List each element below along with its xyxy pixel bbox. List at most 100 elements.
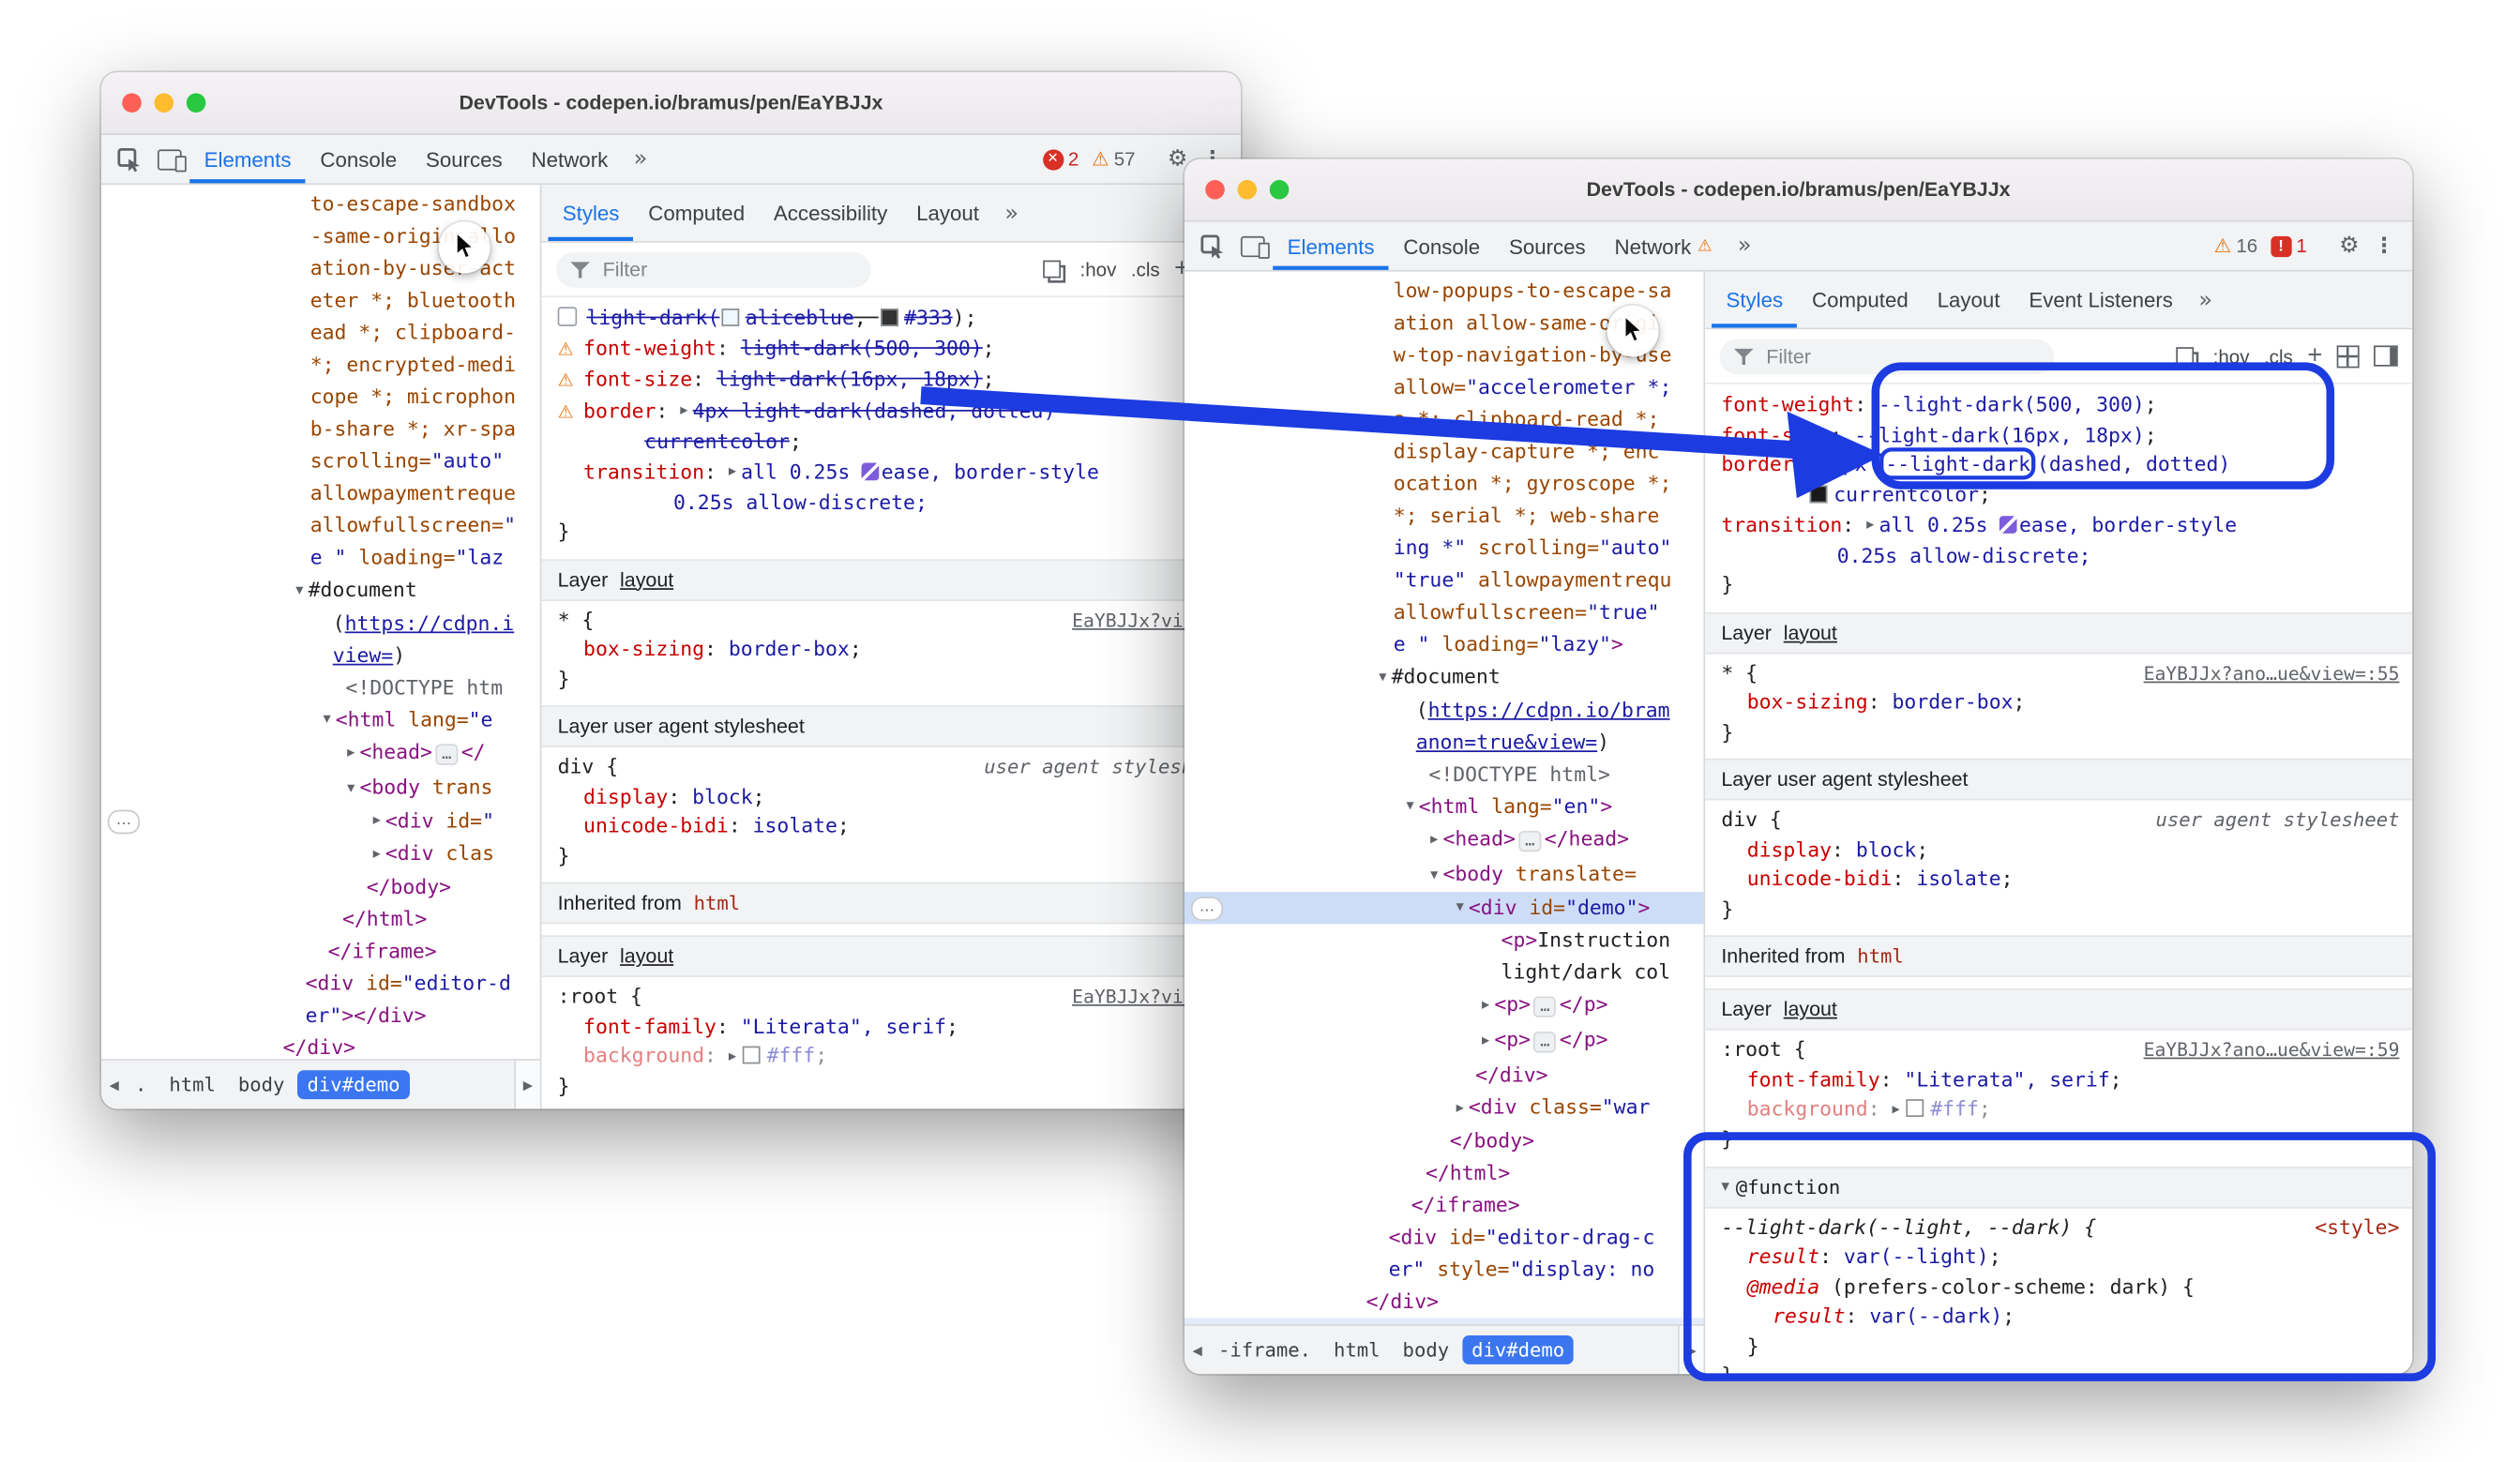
dom-tree-row[interactable]: view=)	[101, 639, 540, 671]
dom-tree-row[interactable]: *; serial *; web-share	[1185, 500, 1704, 532]
easing-bezier-icon[interactable]	[1999, 516, 2017, 534]
more-panels-button[interactable]: »	[623, 135, 659, 183]
color-swatch[interactable]	[721, 308, 739, 325]
style-declaration-row[interactable]: @media (prefers-color-scheme: dark) {	[1705, 1272, 2412, 1302]
dom-tree-row[interactable]: ▸<p>…</p>	[1185, 988, 1704, 1024]
tab-sources[interactable]: Sources	[1495, 221, 1601, 269]
style-declaration-row[interactable]: box-sizing: border-box;	[1705, 687, 2412, 717]
style-declaration-row[interactable]: ⚠border: ▸4px light-dark(dashed, dotted)	[542, 396, 1241, 427]
minimize-window-button[interactable]	[1238, 180, 1258, 200]
dom-tree-row[interactable]: eter *; bluetooth	[101, 284, 540, 316]
tab-network[interactable]: Network	[517, 135, 623, 183]
style-declaration-row[interactable]: font-family: "Literata", serif;	[542, 1012, 1241, 1042]
dom-tree-row[interactable]: display-capture *; enc	[1185, 435, 1704, 467]
dom-tree-row[interactable]: </div>	[1185, 1059, 1704, 1091]
link[interactable]: https://cdpn.i	[345, 610, 515, 634]
more-options-icon[interactable]: ⋮	[2367, 234, 2401, 258]
toggle-class-button[interactable]: .cls	[1131, 258, 1160, 280]
tab-console[interactable]: Console	[1389, 221, 1495, 269]
style-declaration-row[interactable]: }	[542, 1072, 1241, 1102]
dom-tree-row[interactable]: ation-by-user-act	[101, 252, 540, 284]
dom-tree-row[interactable]: ▸<div class="war	[1185, 1092, 1704, 1124]
breadcrumb-item--[interactable]: .	[126, 1070, 157, 1099]
tab-sources[interactable]: Sources	[412, 135, 518, 183]
rule-origin-link[interactable]: EaYBJJx?ano…ue&view=:55	[2144, 658, 2400, 688]
style-declaration-row[interactable]: 0.25s allow-discrete;	[542, 488, 1241, 518]
breadcrumb-item-body[interactable]: body	[229, 1070, 294, 1099]
dom-tree-row[interactable]: </div>	[1185, 1285, 1704, 1317]
style-declaration-row[interactable]: result: var(--dark);	[1705, 1302, 2412, 1332]
dom-tree-row[interactable]: ing *" scrolling="auto"	[1185, 532, 1704, 564]
style-declaration-row[interactable]: background: ▸#fff;	[542, 1041, 1241, 1072]
error-icon[interactable]: ✕	[1043, 149, 1064, 170]
dom-tree-row[interactable]: </iframe>	[1185, 1188, 1704, 1220]
warning-icon[interactable]: ⚠	[2214, 234, 2231, 257]
dom-tree-row[interactable]: b-share *; xr-spa	[101, 413, 540, 445]
dom-tree-row[interactable]: allowpaymentreque	[101, 477, 540, 509]
style-declaration-row[interactable]: transition: ▸all 0.25s ease, border-styl…	[1705, 510, 2412, 541]
dom-tree-row[interactable]: "true" allowpaymentrequ	[1185, 564, 1704, 595]
dom-tree-row[interactable]: ▾<body translate=	[1185, 858, 1704, 891]
zoom-window-button[interactable]	[1270, 180, 1290, 200]
dom-tree-row[interactable]: ▸<head>…</head>	[1185, 822, 1704, 858]
filter-input[interactable]	[1763, 343, 2040, 369]
easing-bezier-icon[interactable]	[862, 463, 880, 481]
dom-tree-row[interactable]: </iframe>	[101, 934, 540, 966]
style-declaration-row[interactable]: ⚠font-weight: light-dark(500, 300);	[542, 334, 1241, 365]
dom-tree-row[interactable]: w-top-navigation-by-use	[1185, 339, 1704, 371]
style-declaration-row[interactable]: background: ▸#fff;	[1705, 1094, 2412, 1125]
dom-tree-row[interactable]: </html>	[1185, 1156, 1704, 1188]
tab-elements[interactable]: Elements	[1273, 221, 1389, 269]
dom-tree-row[interactable]: ▾#document	[101, 574, 540, 607]
style-declaration-row[interactable]: font-size: --light-dark(16px, 18px);	[1705, 420, 2412, 450]
dom-tree-row[interactable]: …▾<div id="demo">	[1185, 891, 1704, 924]
close-window-button[interactable]	[1205, 180, 1225, 200]
dom-tree-row[interactable]: allow="accelerometer *;	[1185, 371, 1704, 403]
inherited-element-link[interactable]: html	[1857, 945, 1904, 968]
dom-tree-row[interactable]: (https://cdpn.i	[101, 607, 540, 639]
dom-tree-row[interactable]: ▸<div id="box-console" c	[1185, 1317, 1704, 1324]
style-declaration-row[interactable]: :root {EaYBJJx?ano…ue&view=:59	[1705, 1035, 2412, 1065]
stylesheet-link[interactable]: EaYBJJx?ano…ue&view=:59	[2144, 1038, 2400, 1061]
breadcrumb-prev-icon[interactable]: ◂	[104, 1074, 124, 1096]
dom-tree-row[interactable]: </div>	[101, 1031, 540, 1059]
layer-link[interactable]: layout	[1784, 998, 1837, 1020]
zoom-window-button[interactable]	[187, 93, 206, 113]
toggle-element-state-button[interactable]: :hov	[1080, 258, 1117, 280]
dom-tree-row[interactable]: ▸<p>…</p>	[1185, 1024, 1704, 1060]
dom-tree-row[interactable]: -same-origin allo	[101, 220, 540, 252]
dom-tree-row[interactable]: ation allow-same-origi	[1185, 307, 1704, 339]
dom-tree-row[interactable]: cope *; microphon	[101, 381, 540, 413]
tab-layout[interactable]: Layout	[1923, 272, 2014, 328]
style-declaration-row[interactable]: }	[1705, 1332, 2412, 1362]
titlebar-front[interactable]: DevTools - codepen.io/bramus/pen/EaYBJJx	[1185, 159, 2412, 222]
dom-tree-row[interactable]: ▾<html lang="e	[101, 703, 540, 736]
dom-tree-row[interactable]: light/dark col	[1185, 957, 1704, 988]
style-tag-link[interactable]: <style>	[2315, 1214, 2399, 1239]
style-declaration-row[interactable]: div {user agent stylesheet	[1705, 806, 2412, 836]
dom-tree-row[interactable]: a *; clipboard-read *;	[1185, 403, 1704, 435]
dom-tree-row[interactable]: ▾<html lang="en">	[1185, 790, 1704, 822]
style-declaration-row[interactable]: :root {EaYBJJx?view=…	[542, 982, 1241, 1012]
node-overflow-menu-button[interactable]: …	[1191, 896, 1223, 920]
style-declaration-row[interactable]: box-sizing: border-box;	[542, 635, 1241, 665]
tab-elements[interactable]: Elements	[189, 135, 306, 183]
style-declaration-row[interactable]: * {EaYBJJx?view=…	[542, 605, 1241, 635]
settings-gear-icon[interactable]: ⚙	[2331, 233, 2368, 258]
style-declaration-row[interactable]: ⚠font-size: light-dark(16px, 18px);	[542, 365, 1241, 396]
style-declaration-row[interactable]: * {EaYBJJx?ano…ue&view=:55	[1705, 658, 2412, 688]
style-declaration-row[interactable]: currentcolor;	[1705, 480, 2412, 510]
titlebar-back[interactable]: DevTools - codepen.io/bramus/pen/EaYBJJx	[101, 72, 1241, 135]
style-declaration-row[interactable]: }	[542, 841, 1241, 871]
style-declaration-row[interactable]: }	[542, 518, 1241, 548]
rule-origin-link[interactable]: <style>	[2315, 1213, 2399, 1243]
style-declaration-row[interactable]: result: var(--light);	[1705, 1243, 2412, 1273]
dom-tree-row[interactable]: <p>Instruction	[1185, 924, 1704, 956]
style-declaration-row[interactable]: display: block;	[542, 782, 1241, 812]
tab-layout[interactable]: Layout	[902, 185, 994, 241]
breadcrumb-item--iframe-[interactable]: -iframe.	[1209, 1335, 1321, 1364]
breadcrumb-item-html[interactable]: html	[159, 1070, 225, 1099]
dom-tree-row[interactable]: <div id="editor-d	[101, 967, 540, 999]
style-declaration-row[interactable]: 0.25s allow-discrete;	[1705, 541, 2412, 571]
new-style-rule-button[interactable]: +	[2307, 343, 2322, 369]
